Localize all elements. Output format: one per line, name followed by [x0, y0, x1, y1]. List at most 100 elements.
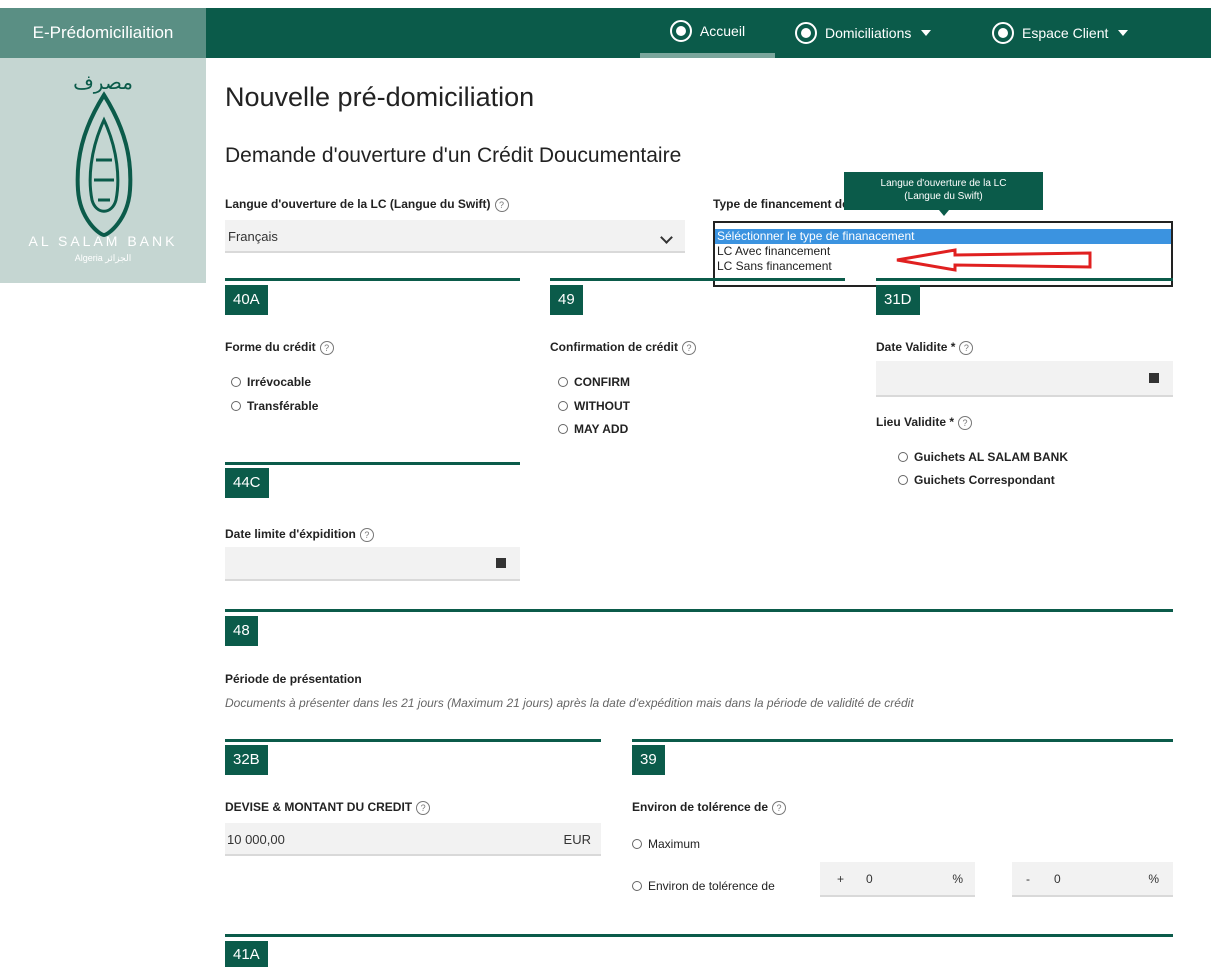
ship-icon — [795, 22, 817, 44]
langue-select[interactable]: Français — [225, 220, 685, 253]
app-brand[interactable]: E-Prédomiciliaition — [0, 8, 206, 58]
section-tag: 41A — [225, 941, 268, 967]
radio-label: Guichets Correspondant — [914, 473, 1055, 487]
help-icon[interactable]: ? — [359, 527, 374, 542]
lieu-validite-label-text: Lieu Validite * — [876, 415, 955, 429]
date-validite-label: Date Validite *? — [876, 340, 974, 355]
forme-label-text: Forme du crédit — [225, 340, 316, 354]
section-tag: 40A — [225, 285, 268, 315]
radio-confirm[interactable]: CONFIRM — [558, 375, 630, 389]
logo-emblem — [75, 91, 133, 238]
section-divider — [225, 739, 601, 742]
section-divider — [225, 462, 520, 465]
minus-value: 0 — [1054, 872, 1061, 886]
tolerence-plus-input[interactable]: + 0 % — [820, 862, 975, 897]
logo-name: AL SALAM BANK — [28, 233, 178, 249]
help-icon[interactable]: ? — [319, 340, 334, 355]
confirmation-label-text: Confirmation de crédit — [550, 340, 679, 354]
periode-note: Documents à présenter dans les 21 jours … — [225, 696, 914, 710]
radio-label: CONFIRM — [574, 375, 630, 389]
lieu-validite-label: Lieu Validite *? — [876, 415, 973, 430]
radio-circle — [898, 475, 908, 485]
dropdown-option[interactable]: Séléctionner le type de finanacement — [715, 229, 1171, 244]
chevron-down-icon — [660, 231, 673, 244]
chevron-down-icon — [1118, 30, 1129, 36]
currency-label: EUR — [563, 832, 591, 847]
date-limite-label-text: Date limite d'éxpidition — [225, 527, 356, 541]
tolerence-minus-input[interactable]: - 0 % — [1012, 862, 1173, 897]
radio-circle — [558, 424, 568, 434]
radio-circle — [558, 401, 568, 411]
langue-value: Français — [228, 229, 278, 244]
nav-domiciliations-label: Domiciliations — [825, 25, 912, 41]
radio-label: Irrévocable — [247, 375, 312, 389]
radio-guichets-alsalam[interactable]: Guichets AL SALAM BANK — [898, 450, 1068, 464]
radio-may-add[interactable]: MAY ADD — [558, 422, 628, 436]
plus-sign: + — [837, 872, 845, 886]
radio-without[interactable]: WITHOUT — [558, 399, 630, 413]
help-icon[interactable]: ? — [958, 415, 973, 430]
radio-maximum[interactable]: Maximum — [632, 837, 700, 851]
montant-label-text: DEVISE & MONTANT DU CREDIT — [225, 800, 413, 814]
user-icon — [992, 22, 1014, 44]
confirmation-label: Confirmation de crédit? — [550, 340, 697, 355]
radio-label: Transférable — [247, 399, 319, 413]
montant-input[interactable]: 10 000,00 EUR — [225, 823, 601, 856]
date-limite-label: Date limite d'éxpidition? — [225, 527, 374, 542]
section-tag: 49 — [550, 285, 583, 315]
date-limite-input[interactable] — [225, 547, 520, 581]
montant-value: 10 000,00 — [227, 832, 285, 847]
section-divider — [225, 278, 520, 281]
section-tag: 48 — [225, 616, 258, 646]
page-subtitle: Demande d'ouverture d'un Crédit Doucumen… — [225, 144, 682, 167]
calendar-icon[interactable] — [1149, 373, 1159, 383]
nav-domiciliations[interactable]: Domiciliations — [795, 8, 932, 58]
langue-label: Langue d'ouverture de la LC (Langue du S… — [225, 197, 509, 212]
section-tag: 32B — [225, 745, 268, 775]
nav-home[interactable]: Accueil — [640, 8, 775, 58]
tooltip-line1: Langue d'ouverture de la LC — [880, 178, 1007, 189]
radio-transferable[interactable]: Transférable — [231, 399, 318, 413]
bank-logo: مصرف — [0, 58, 206, 283]
radio-label: Guichets AL SALAM BANK — [914, 450, 1069, 464]
nav-client[interactable]: Espace Client — [992, 8, 1129, 58]
radio-irrevocable[interactable]: Irrévocable — [231, 375, 311, 389]
help-icon[interactable]: ? — [682, 340, 697, 355]
home-icon — [669, 19, 692, 42]
date-validite-input[interactable] — [876, 361, 1173, 397]
forme-label: Forme du crédit? — [225, 340, 334, 355]
percent-label: % — [952, 872, 963, 886]
date-validite-label-text: Date Validite * — [876, 340, 956, 354]
help-icon[interactable]: ? — [494, 197, 509, 212]
radio-label: WITHOUT — [574, 399, 630, 413]
chevron-down-icon — [921, 30, 932, 36]
radio-label: Maximum — [648, 837, 701, 851]
section-tag: 44C — [225, 468, 269, 498]
section-divider — [632, 739, 1173, 742]
radio-guichets-correspondant[interactable]: Guichets Correspondant — [898, 473, 1055, 487]
calendar-icon[interactable] — [496, 558, 506, 568]
tooltip: Langue d'ouverture de la LC (Langue du S… — [844, 172, 1043, 216]
periode-label: Période de présentation — [225, 672, 362, 686]
radio-circle — [231, 401, 241, 411]
radio-circle — [898, 452, 908, 462]
percent-label: % — [1148, 872, 1159, 886]
help-icon[interactable]: ? — [772, 800, 787, 815]
logo-sub: Algeria الجزائر — [74, 253, 132, 263]
section-tag: 31D — [876, 285, 920, 315]
radio-circle — [632, 839, 642, 849]
section-divider — [225, 934, 1173, 937]
radio-label: MAY ADD — [574, 422, 629, 436]
radio-circle — [231, 377, 241, 387]
radio-tolerence[interactable]: Environ de tolérence de — [632, 879, 775, 893]
tooltip-line2: (Langue du Swift) — [904, 191, 983, 202]
plus-value: 0 — [866, 872, 873, 886]
help-icon[interactable]: ? — [959, 340, 974, 355]
section-divider — [876, 278, 1173, 281]
annotation-arrow — [896, 248, 1092, 272]
montant-label: DEVISE & MONTANT DU CREDIT? — [225, 800, 431, 815]
help-icon[interactable]: ? — [416, 800, 431, 815]
tolerence-label-text: Environ de tolérence de — [632, 800, 769, 814]
section-divider — [550, 278, 845, 281]
nav-client-label: Espace Client — [1022, 25, 1109, 41]
